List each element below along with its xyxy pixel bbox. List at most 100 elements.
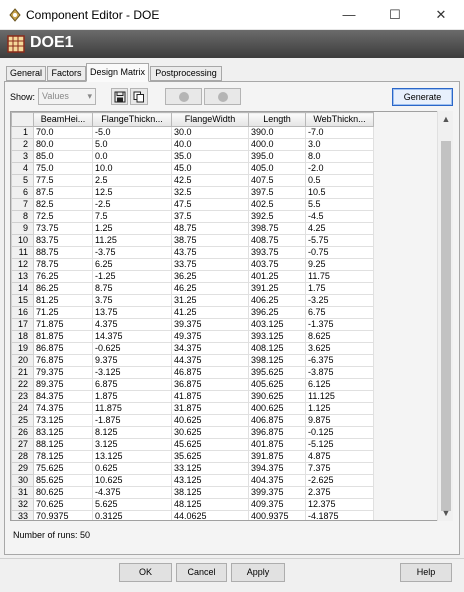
table-cell[interactable]: 70.9375 <box>33 510 93 520</box>
table-cell[interactable]: 5.625 <box>92 498 172 511</box>
table-cell[interactable]: 7.5 <box>92 210 172 223</box>
table-cell[interactable]: 13.75 <box>92 306 172 319</box>
table-cell[interactable]: 391.25 <box>248 282 306 295</box>
table-cell[interactable]: 396.875 <box>248 426 306 439</box>
table-cell[interactable]: 73.75 <box>33 222 93 235</box>
table-cell[interactable]: 395.0 <box>248 150 306 163</box>
table-cell[interactable]: 83.75 <box>33 234 93 247</box>
table-cell[interactable]: 400.625 <box>248 402 306 415</box>
table-cell[interactable]: 0.5 <box>305 174 374 187</box>
table-cell[interactable]: 409.375 <box>248 498 306 511</box>
table-cell[interactable]: 76.25 <box>33 270 93 283</box>
table-cell[interactable]: 10.5 <box>305 186 374 199</box>
table-cell[interactable]: -1.25 <box>92 270 172 283</box>
table-cell[interactable]: 11.75 <box>305 270 374 283</box>
table-cell[interactable]: -4.5 <box>305 210 374 223</box>
table-cell[interactable]: 88.125 <box>33 438 93 451</box>
table-cell[interactable]: 77.5 <box>33 174 93 187</box>
table-row[interactable]: 11 88.75 -3.75 43.75 393.75 -0.75 <box>11 246 374 259</box>
scroll-down-arrow-icon[interactable]: ▼ <box>438 505 454 521</box>
table-cell[interactable]: 45.0 <box>171 162 249 175</box>
table-cell[interactable]: 11.25 <box>92 234 172 247</box>
table-cell[interactable]: 75.0 <box>33 162 93 175</box>
design-matrix-table[interactable]: BeamHei... FlangeThickn... FlangeWidth L… <box>10 111 453 521</box>
column-header[interactable]: FlangeWidth <box>171 112 249 127</box>
table-cell[interactable]: 6.75 <box>305 306 374 319</box>
table-cell[interactable]: 8.625 <box>305 330 374 343</box>
table-cell[interactable]: 402.5 <box>248 198 306 211</box>
table-cell[interactable]: 34.375 <box>171 342 249 355</box>
table-cell[interactable]: 393.75 <box>248 246 306 259</box>
table-cell[interactable]: -0.75 <box>305 246 374 259</box>
ok-button[interactable]: OK <box>119 563 172 582</box>
vertical-scrollbar[interactable]: ▲ ▼ <box>437 111 453 521</box>
table-cell[interactable]: 405.0 <box>248 162 306 175</box>
table-cell[interactable]: 6.25 <box>92 258 172 271</box>
table-cell[interactable]: 75.625 <box>33 462 93 475</box>
table-cell[interactable]: 41.25 <box>171 306 249 319</box>
table-cell[interactable]: -1.875 <box>92 414 172 427</box>
table-cell[interactable]: 408.125 <box>248 342 306 355</box>
table-cell[interactable]: -3.875 <box>305 366 374 379</box>
table-cell[interactable]: 31.875 <box>171 402 249 415</box>
apply-button[interactable]: Apply <box>231 563 285 582</box>
copy-button[interactable] <box>130 88 148 105</box>
table-cell[interactable]: 405.625 <box>248 378 306 391</box>
table-row[interactable]: 13 76.25 -1.25 36.25 401.25 11.75 <box>11 270 374 283</box>
table-cell[interactable]: 393.125 <box>248 330 306 343</box>
table-cell[interactable]: 37.5 <box>171 210 249 223</box>
table-cell[interactable]: 86.25 <box>33 282 93 295</box>
table-cell[interactable]: -2.625 <box>305 474 374 487</box>
table-cell[interactable]: 390.0 <box>248 126 306 139</box>
table-cell[interactable]: 41.875 <box>171 390 249 403</box>
table-cell[interactable]: 82.5 <box>33 198 93 211</box>
table-cell[interactable]: 406.875 <box>248 414 306 427</box>
table-row[interactable]: 29 75.625 0.625 33.125 394.375 7.375 <box>11 462 374 475</box>
column-header[interactable]: FlangeThickn... <box>92 112 172 127</box>
table-cell[interactable]: -4.1875 <box>305 510 374 520</box>
tab-postprocessing[interactable]: Postprocessing <box>150 66 222 81</box>
table-cell[interactable]: 13.125 <box>92 450 172 463</box>
tab-general[interactable]: General <box>6 66 46 81</box>
table-cell[interactable]: 80.0 <box>33 138 93 151</box>
table-cell[interactable]: 40.625 <box>171 414 249 427</box>
table-cell[interactable]: 87.5 <box>33 186 93 199</box>
table-cell[interactable]: 40.0 <box>171 138 249 151</box>
table-cell[interactable]: 1.125 <box>305 402 374 415</box>
table-cell[interactable]: 401.25 <box>248 270 306 283</box>
table-row[interactable]: 24 74.375 11.875 31.875 400.625 1.125 <box>11 402 374 415</box>
column-header[interactable]: BeamHei... <box>33 112 93 127</box>
table-cell[interactable]: 70.0 <box>33 126 93 139</box>
table-row[interactable]: 28 78.125 13.125 35.625 391.875 4.875 <box>11 450 374 463</box>
table-row[interactable]: 19 86.875 -0.625 34.375 408.125 3.625 <box>11 342 374 355</box>
table-cell[interactable]: 86.875 <box>33 342 93 355</box>
table-cell[interactable]: -7.0 <box>305 126 374 139</box>
table-row[interactable]: 1 70.0 -5.0 30.0 390.0 -7.0 <box>11 126 374 139</box>
table-cell[interactable]: 38.75 <box>171 234 249 247</box>
table-cell[interactable]: 2.5 <box>92 174 172 187</box>
table-cell[interactable]: 78.125 <box>33 450 93 463</box>
table-cell[interactable]: 11.875 <box>92 402 172 415</box>
table-cell[interactable]: 408.75 <box>248 234 306 247</box>
table-cell[interactable]: 78.75 <box>33 258 93 271</box>
table-cell[interactable]: 10.625 <box>92 474 172 487</box>
table-cell[interactable]: 88.75 <box>33 246 93 259</box>
table-row[interactable]: 3 85.0 0.0 35.0 395.0 8.0 <box>11 150 374 163</box>
table-row[interactable]: 22 89.375 6.875 36.875 405.625 6.125 <box>11 378 374 391</box>
scrollbar-thumb[interactable] <box>441 141 451 511</box>
table-cell[interactable]: 85.0 <box>33 150 93 163</box>
table-cell[interactable]: 81.25 <box>33 294 93 307</box>
table-cell[interactable]: -4.375 <box>92 486 172 499</box>
table-cell[interactable]: 71.875 <box>33 318 93 331</box>
scroll-up-arrow-icon[interactable]: ▲ <box>438 111 454 127</box>
generate-button[interactable]: Generate <box>392 88 453 106</box>
table-cell[interactable]: 42.5 <box>171 174 249 187</box>
table-cell[interactable]: 79.375 <box>33 366 93 379</box>
table-cell[interactable]: 71.25 <box>33 306 93 319</box>
table-row[interactable]: 10 83.75 11.25 38.75 408.75 -5.75 <box>11 234 374 247</box>
save-button[interactable] <box>111 88 128 105</box>
table-row[interactable]: 6 87.5 12.5 32.5 397.5 10.5 <box>11 186 374 199</box>
table-row[interactable]: 5 77.5 2.5 42.5 407.5 0.5 <box>11 174 374 187</box>
table-cell[interactable]: 83.125 <box>33 426 93 439</box>
table-cell[interactable]: -2.5 <box>92 198 172 211</box>
